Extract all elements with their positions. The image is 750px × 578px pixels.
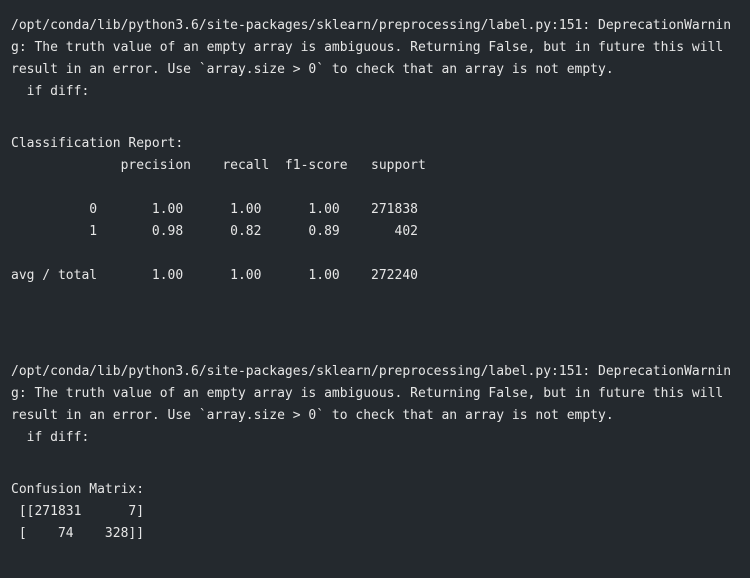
report-header-row: precision recall f1-score support bbox=[11, 158, 426, 173]
warning-2-line: if diff: bbox=[11, 430, 90, 445]
warning-2-line: /opt/conda/lib/python3.6/site-packages/s… bbox=[11, 364, 732, 379]
confusion-matrix-row-1: [ 74 328]] bbox=[11, 526, 145, 541]
confusion-matrix-title: Confusion Matrix: bbox=[11, 482, 145, 497]
warning-1-line: result in an error. Use `array.size > 0`… bbox=[11, 62, 614, 77]
report-blank-row bbox=[11, 243, 426, 265]
warning-1-line: g: The truth value of an empty array is … bbox=[11, 40, 724, 55]
report-title: Classification Report: bbox=[11, 136, 184, 151]
notebook-output-area: /opt/conda/lib/python3.6/site-packages/s… bbox=[0, 0, 750, 578]
warning-1-line: /opt/conda/lib/python3.6/site-packages/s… bbox=[11, 18, 732, 33]
warning-2-line: g: The truth value of an empty array is … bbox=[11, 386, 724, 401]
deprecation-warning-2: /opt/conda/lib/python3.6/site-packages/s… bbox=[11, 361, 731, 449]
report-row-class-0: 0 1.00 1.00 1.00 271838 bbox=[11, 202, 418, 217]
deprecation-warning-1: /opt/conda/lib/python3.6/site-packages/s… bbox=[11, 15, 731, 103]
report-row-avg-total: avg / total 1.00 1.00 1.00 272240 bbox=[11, 268, 418, 283]
classification-report: Classification Report: precision recall … bbox=[11, 133, 426, 287]
report-blank-row bbox=[11, 177, 426, 199]
warning-2-line: result in an error. Use `array.size > 0`… bbox=[11, 408, 614, 423]
report-row-class-1: 1 0.98 0.82 0.89 402 bbox=[11, 224, 418, 239]
warning-1-line: if diff: bbox=[11, 84, 90, 99]
confusion-matrix-row-0: [[271831 7] bbox=[11, 504, 145, 519]
confusion-matrix: Confusion Matrix: [[271831 7] [ 74 328]] bbox=[11, 479, 144, 545]
